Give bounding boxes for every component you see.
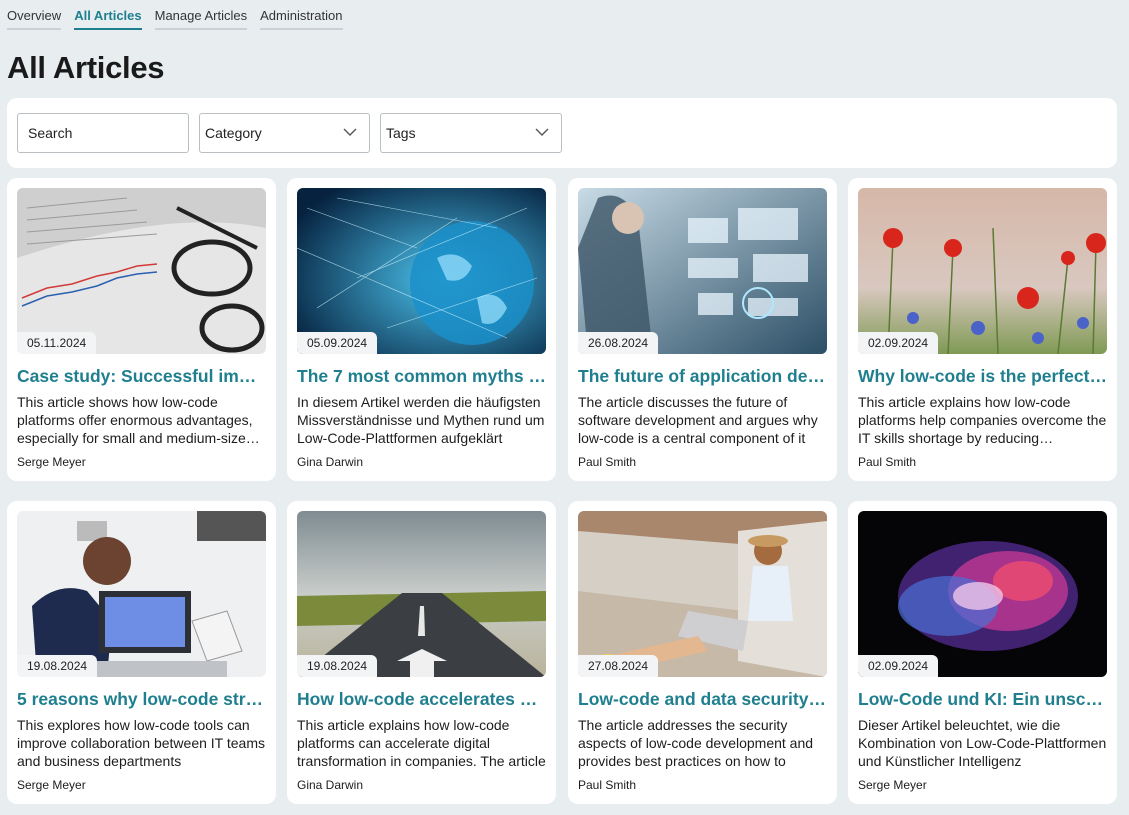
article-card[interactable]: 26.08.2024 The future of application dev… (568, 178, 837, 481)
article-date: 02.09.2024 (858, 332, 939, 354)
article-excerpt: This explores how low-code tools can imp… (17, 717, 265, 769)
data-interface-image (578, 188, 827, 354)
article-excerpt: This article shows how low-code platform… (17, 394, 254, 446)
article-author: Gina Darwin (297, 778, 364, 792)
article-title[interactable]: Why low-code is the perfect answer (858, 365, 1107, 387)
article-date: 19.08.2024 (17, 655, 98, 677)
chevron-down-icon (535, 128, 549, 136)
article-title[interactable]: 5 reasons why low-code strengthens colla… (17, 688, 266, 710)
network-globe-image (297, 188, 546, 354)
open-road-image (297, 511, 546, 677)
article-card[interactable]: 05.09.2024 The 7 most common myths about… (287, 178, 556, 481)
article-author: Serge Meyer (17, 778, 86, 792)
article-date: 26.08.2024 (578, 332, 659, 354)
color-powder-explosion-image (858, 511, 1107, 677)
article-title[interactable]: Case study: Successful implementation of… (17, 365, 266, 387)
article-date: 05.09.2024 (297, 332, 378, 354)
nav-tabs: Overview All Articles Manage Articles Ad… (7, 0, 356, 30)
article-title[interactable]: Low-Code und KI: Ein unschlagbares Team (858, 688, 1107, 710)
article-excerpt: Dieser Artikel beleuchtet, wie die Kombi… (858, 717, 1107, 769)
article-author: Paul Smith (578, 778, 637, 792)
tab-manage-articles[interactable]: Manage Articles (154, 0, 248, 30)
filter-panel: Search Category Tags (7, 98, 1117, 168)
article-title[interactable]: How low-code accelerates your digital tr… (297, 688, 546, 710)
article-image: 02.09.2024 (858, 511, 1107, 677)
man-at-computer-image (17, 511, 266, 677)
tags-select[interactable]: Tags (380, 113, 562, 153)
article-image: 26.08.2024 (578, 188, 827, 354)
tags-label: Tags (386, 125, 416, 141)
tab-administration[interactable]: Administration (260, 0, 343, 30)
article-date: 19.08.2024 (297, 655, 378, 677)
article-excerpt: This article explains how low-code platf… (297, 717, 546, 769)
article-image: 27.08.2024 (578, 511, 827, 677)
article-excerpt: In diesem Artikel werden die häufigsten … (297, 394, 545, 446)
tab-overview[interactable]: Overview (7, 0, 62, 30)
article-date: 02.09.2024 (858, 655, 939, 677)
article-date: 05.11.2024 (17, 332, 97, 354)
article-author: Gina Darwin (297, 455, 364, 469)
article-excerpt: The article addresses the security aspec… (578, 717, 814, 769)
article-card[interactable]: 05.11.2024 Case study: Successful implem… (7, 178, 276, 481)
article-author: Serge Meyer (858, 778, 927, 792)
article-card[interactable]: 02.09.2024 Why low-code is the perfect a… (848, 178, 1117, 481)
article-excerpt: This article explains how low-code platf… (858, 394, 1107, 446)
article-image: 05.09.2024 (297, 188, 546, 354)
article-title[interactable]: The 7 most common myths about low-code (297, 365, 546, 387)
article-author: Serge Meyer (17, 455, 86, 469)
article-author: Paul Smith (578, 455, 637, 469)
article-date: 27.08.2024 (578, 655, 659, 677)
search-input[interactable]: Search (17, 113, 189, 153)
page-title: All Articles (7, 50, 165, 85)
article-image: 05.11.2024 (17, 188, 266, 354)
category-select[interactable]: Category (199, 113, 370, 153)
article-image: 19.08.2024 (17, 511, 266, 677)
article-card[interactable]: 27.08.2024 Low-code and data security: b… (568, 501, 837, 804)
article-author: Paul Smith (858, 455, 917, 469)
article-title[interactable]: The future of application development (578, 365, 827, 387)
article-card[interactable]: 02.09.2024 Low-Code und KI: Ein unschlag… (848, 501, 1117, 804)
newspaper-glasses-image (17, 188, 266, 354)
article-image: 02.09.2024 (858, 188, 1107, 354)
article-card[interactable]: 19.08.2024 5 reasons why low-code streng… (7, 501, 276, 804)
category-label: Category (205, 125, 262, 141)
woman-with-laptop-image (578, 511, 827, 677)
article-excerpt: The article discusses the future of soft… (578, 394, 818, 446)
article-title[interactable]: Low-code and data security: best practic… (578, 688, 827, 710)
article-image: 19.08.2024 (297, 511, 546, 677)
article-card[interactable]: 19.08.2024 How low-code accelerates your… (287, 501, 556, 804)
chevron-down-icon (343, 128, 357, 136)
poppy-field-image (858, 188, 1107, 354)
tab-all-articles[interactable]: All Articles (74, 0, 142, 30)
